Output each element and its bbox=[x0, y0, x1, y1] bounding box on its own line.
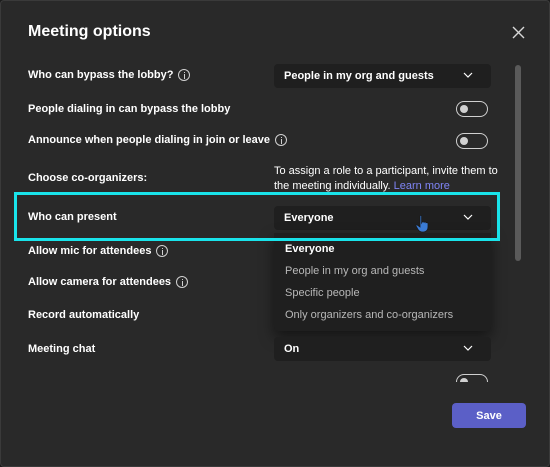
dropdown-option-specific-people[interactable]: Specific people bbox=[285, 287, 360, 299]
scrollbar[interactable] bbox=[515, 65, 521, 261]
meeting-chat-select[interactable]: On bbox=[274, 337, 491, 361]
meeting-options-dialog: Meeting options Who can bypass the lobby… bbox=[0, 0, 550, 467]
scroll-fade bbox=[1, 382, 549, 394]
save-button[interactable]: Save bbox=[452, 403, 526, 428]
who-can-present-dropdown: Everyone People in my org and guests Spe… bbox=[274, 233, 491, 331]
co-organizers-note: To assign a role to a participant, invit… bbox=[274, 165, 498, 192]
announce-dial-in-toggle[interactable] bbox=[456, 133, 488, 149]
chevron-down-icon bbox=[463, 72, 473, 78]
co-organizers-label: Choose co-organizers: bbox=[28, 172, 148, 184]
info-icon[interactable] bbox=[176, 276, 189, 288]
dropdown-option-org-and-guests[interactable]: People in my org and guests bbox=[285, 265, 424, 277]
close-icon[interactable] bbox=[509, 23, 529, 43]
allow-camera-label: Allow camera for attendees bbox=[28, 276, 189, 288]
dropdown-option-everyone[interactable]: Everyone bbox=[285, 243, 335, 255]
dial-in-bypass-label: People dialing in can bypass the lobby bbox=[28, 103, 231, 115]
info-icon[interactable] bbox=[275, 134, 288, 146]
chevron-down-icon bbox=[463, 345, 473, 351]
dialog-title: Meeting options bbox=[28, 23, 151, 40]
allow-mic-label: Allow mic for attendees bbox=[28, 245, 169, 257]
bypass-lobby-select[interactable]: People in my org and guests bbox=[274, 64, 491, 88]
dial-in-bypass-toggle[interactable] bbox=[456, 101, 488, 117]
hand-cursor-icon bbox=[415, 215, 429, 233]
meeting-chat-label: Meeting chat bbox=[28, 343, 96, 355]
dropdown-option-organizers-only[interactable]: Only organizers and co-organizers bbox=[285, 309, 453, 321]
record-automatically-label: Record automatically bbox=[28, 309, 140, 321]
announce-dial-in-label: Announce when people dialing in join or … bbox=[28, 134, 288, 146]
info-icon[interactable] bbox=[178, 69, 191, 81]
info-icon[interactable] bbox=[156, 245, 169, 257]
learn-more-link[interactable]: Learn more bbox=[394, 180, 450, 192]
bypass-lobby-label: Who can bypass the lobby? bbox=[28, 69, 191, 81]
